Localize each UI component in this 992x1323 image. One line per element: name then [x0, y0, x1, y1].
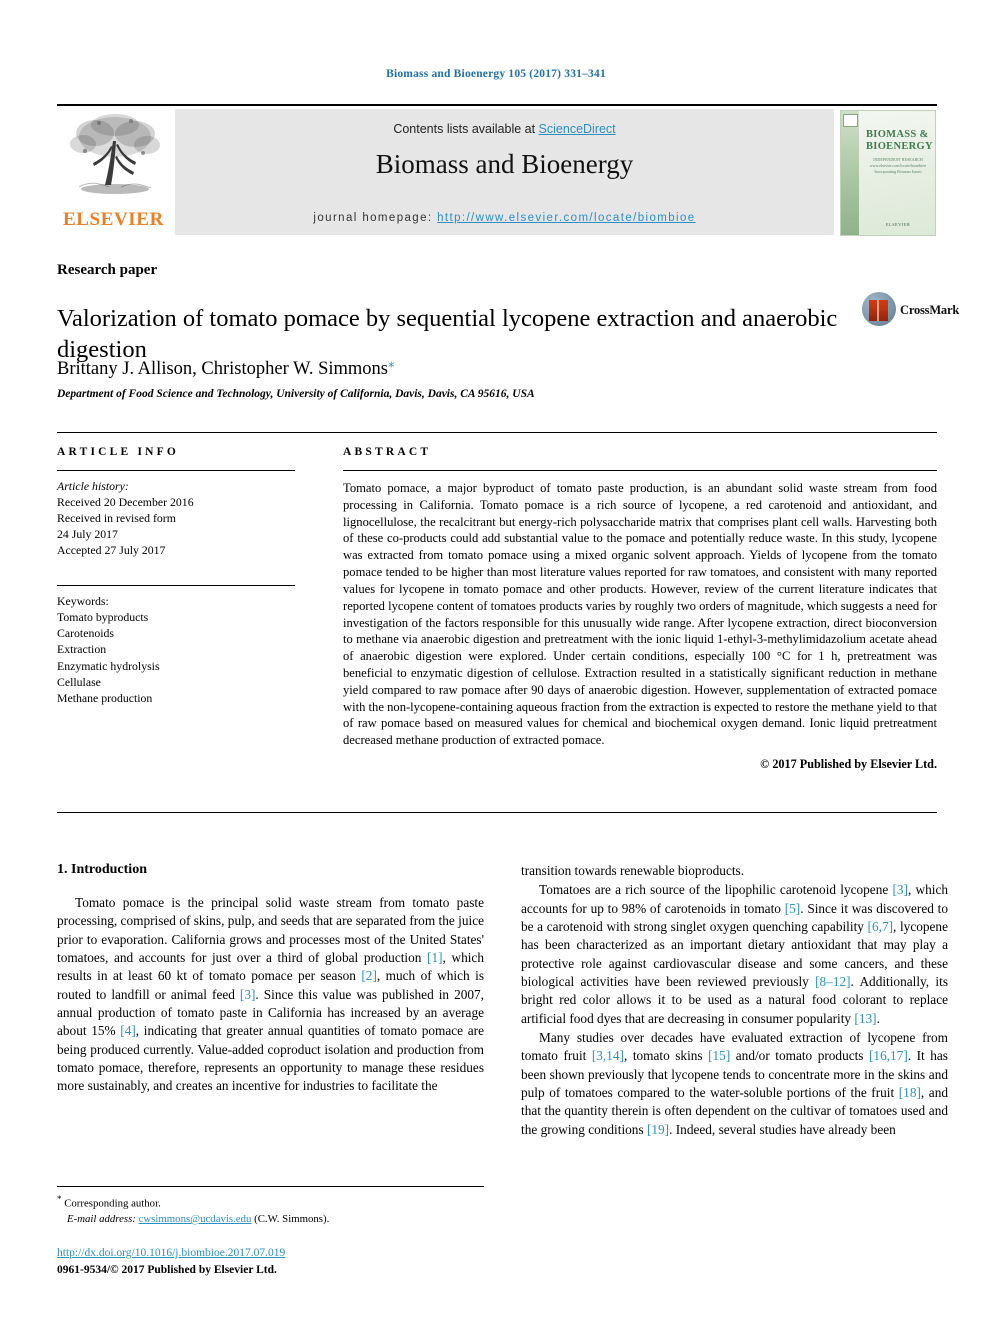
abstract-copyright: © 2017 Published by Elsevier Ltd. — [760, 757, 937, 771]
article-history-label: Article history: — [57, 479, 129, 493]
journal-cover: BIOMASS & BIOENERGY INDEPENDENT RESEARCH… — [834, 109, 937, 236]
cover-side-bar — [841, 111, 859, 235]
journal-homepage-link[interactable]: http://www.elsevier.com/locate/biombioe — [437, 212, 696, 224]
journal-masthead: ELSEVIER Contents lists available at Sci… — [57, 104, 937, 238]
citation-link[interactable]: [3,14] — [592, 1048, 624, 1063]
body-divider — [57, 812, 937, 813]
info-abstract-divider — [57, 432, 937, 433]
keywords-rule — [57, 584, 295, 586]
body-paragraph: Tomatoes are a rich source of the lipoph… — [521, 882, 948, 1026]
keyword-item: Tomato byproducts — [57, 609, 149, 624]
email-line: E-mail address: cwsimmons@ucdavis.edu (C… — [57, 1212, 484, 1227]
citation-link[interactable]: [19] — [647, 1122, 669, 1137]
author-names: Brittany J. Allison, Christopher W. Simm… — [57, 359, 388, 380]
left-paragraph-container: Tomato pomace is the principal solid was… — [57, 894, 484, 1096]
abstract-rule — [343, 470, 937, 471]
doi-link[interactable]: http://dx.doi.org/10.1016/j.biombioe.201… — [57, 1247, 285, 1259]
citation-link[interactable]: [15] — [708, 1048, 730, 1063]
article-type-label: Research paper — [57, 262, 158, 278]
corresponding-author-label: Corresponding author. — [64, 1197, 161, 1210]
citation-link[interactable]: [3] — [240, 987, 256, 1002]
footnote-marker: * — [57, 1194, 62, 1204]
citation-link[interactable]: [18] — [899, 1085, 921, 1100]
history-item: 24 July 2017 — [57, 526, 118, 541]
elsevier-wordmark: ELSEVIER — [63, 209, 164, 230]
corresponding-author-line: * Corresponding author. — [57, 1193, 484, 1212]
sciencedirect-link[interactable]: ScienceDirect — [539, 122, 616, 136]
right-paragraph-container: transition towards renewable bioproducts… — [521, 862, 948, 1139]
article-history: Article history: Received 20 December 20… — [57, 479, 295, 559]
citation-link[interactable]: [4] — [120, 1023, 136, 1038]
citation-link[interactable]: [2] — [361, 968, 377, 983]
keywords-list: Keywords: Tomato byproducts Carotenoids … — [57, 593, 295, 707]
crossmark-book-icon — [869, 300, 888, 321]
affiliation: Department of Food Science and Technolog… — [57, 388, 535, 400]
abstract-text: Tomato pomace, a major byproduct of toma… — [343, 481, 937, 748]
crossmark-badge[interactable]: CrossMark — [862, 290, 959, 330]
citation-link[interactable]: [3] — [892, 882, 908, 897]
body-column-right: transition towards renewable bioproducts… — [521, 862, 948, 1140]
keywords-label: Keywords: — [57, 593, 109, 608]
body-column-left: 1. Introduction Tomato pomace is the pri… — [57, 862, 484, 1097]
doi-block: http://dx.doi.org/10.1016/j.biombioe.201… — [57, 1245, 557, 1278]
keyword-item: Enzymatic hydrolysis — [57, 658, 160, 673]
abstract-heading: ABSTRACT — [343, 446, 432, 458]
corresponding-author-marker: ⁎ — [387, 355, 395, 370]
journal-band: Contents lists available at ScienceDirec… — [175, 109, 834, 235]
journal-homepage-line: journal homepage: http://www.elsevier.co… — [175, 212, 834, 224]
journal-cover-thumbnail: BIOMASS & BIOENERGY INDEPENDENT RESEARCH… — [840, 110, 936, 236]
cover-title: BIOMASS & BIOENERGY — [866, 129, 933, 152]
cover-publisher-badge — [843, 114, 858, 127]
author-list: Brittany J. Allison, Christopher W. Simm… — [57, 355, 394, 380]
cover-publisher-name: ELSEVIER — [885, 222, 911, 227]
elsevier-tree-icon — [70, 114, 160, 194]
issn-copyright-line: 0961-9534/© 2017 Published by Elsevier L… — [57, 1263, 277, 1276]
history-item: Received in revised form — [57, 510, 176, 525]
citation-link[interactable]: [6,7] — [868, 919, 893, 934]
citation-link[interactable]: [13] — [854, 1011, 876, 1026]
contents-prefix: Contents lists available at — [393, 122, 539, 136]
history-item: Accepted 27 July 2017 — [57, 542, 166, 557]
body-paragraph: Many studies over decades have evaluated… — [521, 1030, 948, 1137]
keyword-item: Methane production — [57, 691, 153, 706]
keyword-item: Carotenoids — [57, 626, 115, 641]
crossmark-icon — [862, 292, 896, 326]
section-heading-introduction: 1. Introduction — [57, 862, 147, 877]
article-info-rule — [57, 470, 295, 471]
journal-title: Biomass and Bioenergy — [375, 149, 634, 179]
body-paragraph: Tomato pomace is the principal solid was… — [57, 895, 484, 1094]
citation-link[interactable]: [8–12] — [815, 974, 850, 989]
history-item: Received 20 December 2016 — [57, 494, 194, 509]
body-paragraph: transition towards renewable bioproducts… — [521, 863, 745, 878]
homepage-prefix: journal homepage: — [313, 212, 438, 224]
contents-available-line: Contents lists available at ScienceDirec… — [175, 122, 834, 136]
elsevier-logo: ELSEVIER — [57, 109, 175, 235]
abstract-column: ABSTRACT Tomato pomace, a major byproduc… — [343, 446, 937, 772]
keyword-item: Extraction — [57, 642, 107, 657]
email-owner: (C.W. Simmons). — [254, 1212, 330, 1225]
citation-link[interactable]: [16,17] — [869, 1048, 908, 1063]
article-info-column: ARTICLE INFO Article history: Received 2… — [57, 446, 295, 706]
citation-link[interactable]: [5] — [785, 901, 801, 916]
article-info-heading: ARTICLE INFO — [57, 446, 180, 458]
crossmark-label: CrossMark — [900, 303, 960, 317]
running-head: Biomass and Bioenergy 105 (2017) 331–341 — [386, 68, 606, 80]
corresponding-author-footnote: * Corresponding author. E-mail address: … — [57, 1186, 484, 1227]
keyword-item: Cellulase — [57, 674, 101, 689]
citation-link[interactable]: [1] — [427, 950, 443, 965]
email-label: E-mail address: — [67, 1212, 136, 1225]
paper-page: Biomass and Bioenergy 105 (2017) 331–341 — [0, 0, 992, 1323]
email-link[interactable]: cwsimmons@ucdavis.edu — [139, 1213, 252, 1225]
cover-subtitle: INDEPENDENT RESEARCH www.elsevier.com/lo… — [869, 157, 927, 174]
